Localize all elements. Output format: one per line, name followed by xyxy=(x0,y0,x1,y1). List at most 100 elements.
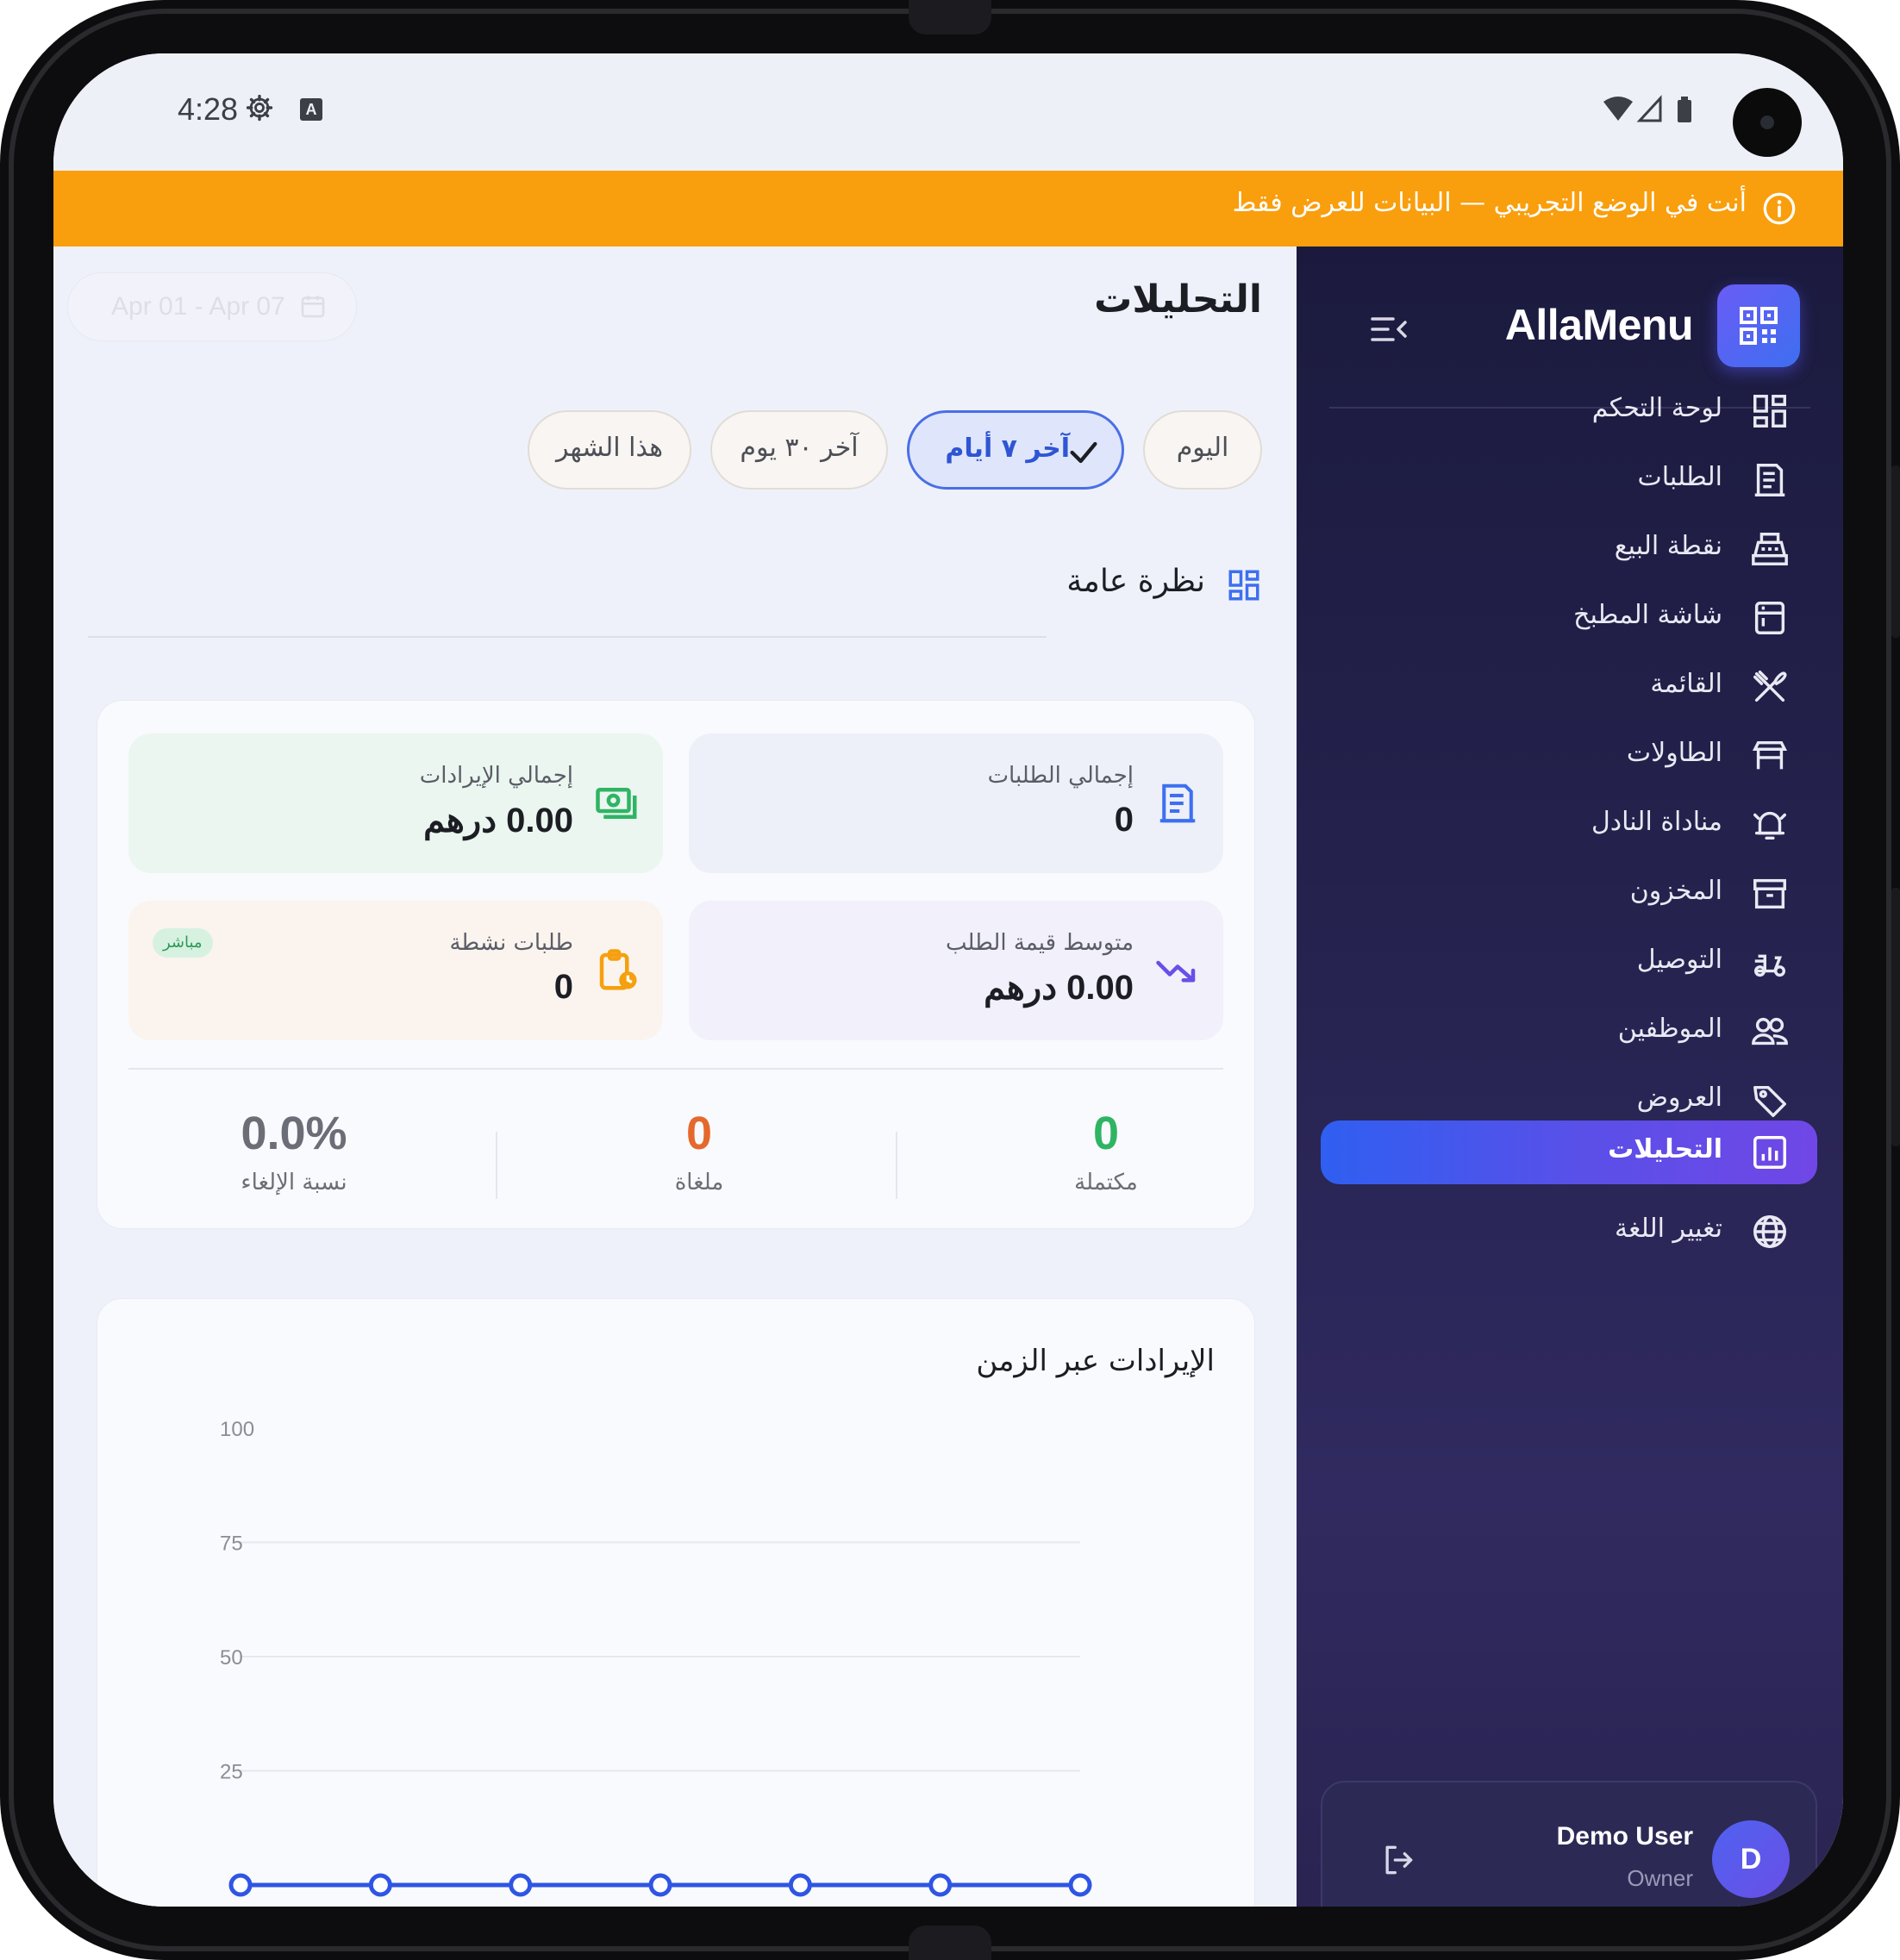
device-frame: 4:28 A أنت في الوضع التجريبي — البيانات … xyxy=(0,0,1900,1960)
sidebar-item-label: الطاولات xyxy=(1626,738,1722,768)
chart-point[interactable] xyxy=(648,1873,672,1897)
stat-label: إجمالي الإيرادات xyxy=(419,763,573,789)
signal-icon xyxy=(1636,95,1662,122)
banner-text: أنت في الوضع التجريبي — البيانات للعرض ف… xyxy=(1232,188,1747,218)
stat-active-orders: طلبات نشطة 0 مباشر xyxy=(128,901,663,1040)
sidebar-item-kitchen-screen[interactable]: شاشة المطبخ xyxy=(1297,579,1843,657)
filter-last-30-days[interactable]: آخر ٣٠ يوم xyxy=(710,410,888,490)
collapse-sidebar-icon[interactable] xyxy=(1369,312,1409,346)
page-title: التحليلات xyxy=(1094,278,1262,321)
filter-label: اليوم xyxy=(1176,433,1229,463)
sidebar-item-label: الموظفين xyxy=(1617,1014,1722,1044)
receipt-icon xyxy=(1754,464,1785,496)
sidebar-item-label: شاشة المطبخ xyxy=(1573,600,1722,630)
filter-today[interactable]: اليوم xyxy=(1143,410,1262,490)
summary-value: 0 xyxy=(685,1108,713,1159)
stat-label: متوسط قيمة الطلب xyxy=(945,930,1134,956)
chart-y-tick-label: 50 xyxy=(220,1646,243,1670)
filter-label: آخر ٣٠ يوم xyxy=(740,433,859,463)
dashboard-icon xyxy=(1228,570,1259,601)
summary-label: نسبة الإلغاء xyxy=(241,1170,347,1195)
summary-value: 0 xyxy=(1092,1108,1120,1159)
sidebar-item-label: لوحة التحكم xyxy=(1591,393,1722,423)
chart-y-tick-label: 25 xyxy=(220,1761,243,1784)
chart-point[interactable] xyxy=(368,1873,392,1897)
summary-separator xyxy=(496,1132,497,1199)
sidebar-item-delivery[interactable]: التوصيل xyxy=(1297,924,1843,1002)
sidebar-item-inventory[interactable]: المخزون xyxy=(1297,855,1843,933)
chart-y-tick-label: 75 xyxy=(220,1532,243,1556)
receipt-icon xyxy=(1159,783,1196,823)
sidebar-item-orders[interactable]: الطلبات xyxy=(1297,441,1843,519)
revenue-line-chart: 25507510004/01 04/02 04/03 04/04 04/05 04/06 0… xyxy=(220,1418,1092,1897)
chart-point[interactable] xyxy=(788,1873,812,1897)
sidebar-item-label: نقطة البيع xyxy=(1614,531,1722,561)
stat-total-revenue: إجمالي الإيرادات 0.00 درهم xyxy=(128,733,663,873)
summary-separator xyxy=(896,1132,897,1199)
stats-divider xyxy=(128,1068,1223,1070)
user-card: D Demo User Owner xyxy=(1321,1781,1817,1907)
chart-point[interactable] xyxy=(1068,1873,1092,1897)
front-camera xyxy=(1733,88,1802,157)
chart-point[interactable] xyxy=(509,1873,533,1897)
summary-label: ملغاة xyxy=(674,1170,724,1195)
cash-register-icon xyxy=(1752,533,1788,565)
stat-avg-order-value: متوسط قيمة الطلب 0.00 درهم xyxy=(689,901,1223,1040)
overview-divider xyxy=(88,636,1047,638)
globe-icon xyxy=(1753,1215,1786,1248)
archive-icon xyxy=(1753,878,1786,909)
hinge-bottom xyxy=(909,1926,991,1960)
overview-title: نظرة عامة xyxy=(1066,564,1205,599)
check-icon xyxy=(1070,441,1097,464)
live-badge: مباشر xyxy=(153,928,213,958)
main-content: Apr 01 - Apr 07 التحليلات اليوم آخر ٧ أي… xyxy=(53,247,1297,1907)
sidebar-item-label: القائمة xyxy=(1650,669,1722,699)
status-time: 4:28 xyxy=(178,91,239,127)
sidebar-item-label: التحليلات xyxy=(1608,1134,1722,1164)
users-icon xyxy=(1752,1017,1788,1046)
avatar: D xyxy=(1712,1820,1790,1898)
sidebar-item-tables[interactable]: الطاولات xyxy=(1297,717,1843,795)
summary-label: مكتملة xyxy=(1074,1170,1138,1195)
sidebar-item-label: التوصيل xyxy=(1636,945,1722,975)
trend-icon xyxy=(1156,960,1196,983)
sidebar-item-label: المخزون xyxy=(1629,876,1722,906)
scooter-icon xyxy=(1753,954,1786,977)
logo xyxy=(1717,284,1800,367)
chart-point[interactable] xyxy=(228,1873,253,1897)
calendar-icon xyxy=(301,296,325,318)
info-icon xyxy=(1763,192,1796,225)
sidebar-item-menu[interactable]: القائمة xyxy=(1297,648,1843,726)
summary-cancelled: 0 ملغاة xyxy=(570,1106,828,1195)
demo-banner: أنت في الوضع التجريبي — البيانات للعرض ف… xyxy=(53,171,1843,247)
filter-last-7-days[interactable]: آخر ٧ أيام xyxy=(907,410,1124,490)
sidebar: AllaMenu لوحة التحكم الطلبات نقطة البيع xyxy=(1297,247,1843,1907)
bell-icon xyxy=(1753,811,1786,840)
volume-button xyxy=(1891,465,1900,638)
sidebar-item-waiter-call[interactable]: مناداة النادل xyxy=(1297,786,1843,864)
summary-completed: 0 مكتملة xyxy=(977,1106,1235,1195)
stat-value: 0 xyxy=(1114,801,1134,839)
logout-icon[interactable] xyxy=(1379,1841,1417,1879)
utensils-icon xyxy=(1753,671,1787,702)
gear-icon xyxy=(246,94,273,122)
sidebar-item-analytics[interactable]: التحليلات xyxy=(1321,1120,1817,1184)
sidebar-item-label: الطلبات xyxy=(1637,462,1722,492)
chart-point[interactable] xyxy=(928,1873,953,1897)
stat-total-orders: إجمالي الطلبات 0 xyxy=(689,733,1223,873)
sidebar-item-dashboard[interactable]: لوحة التحكم xyxy=(1297,372,1843,450)
sidebar-item-staff[interactable]: الموظفين xyxy=(1297,993,1843,1071)
date-range-picker[interactable]: Apr 01 - Apr 07 xyxy=(67,272,357,341)
power-button xyxy=(1891,888,1900,1146)
filter-label: هذا الشهر xyxy=(555,433,664,463)
stats-card: إجمالي الطلبات 0 إجمالي الإيرادات 0.00 د… xyxy=(97,700,1255,1229)
connectivity-icons xyxy=(1603,95,1691,122)
sidebar-item-language[interactable]: تغيير اللغة xyxy=(1297,1193,1843,1270)
sidebar-item-pos[interactable]: نقطة البيع xyxy=(1297,510,1843,588)
hinge-top xyxy=(909,0,991,34)
dashboard-icon xyxy=(1753,395,1786,428)
stat-label: طلبات نشطة xyxy=(449,930,573,956)
keyboard-a-icon: A xyxy=(300,98,322,121)
filter-this-month[interactable]: هذا الشهر xyxy=(528,410,691,490)
clipboard-clock-icon xyxy=(599,949,637,990)
